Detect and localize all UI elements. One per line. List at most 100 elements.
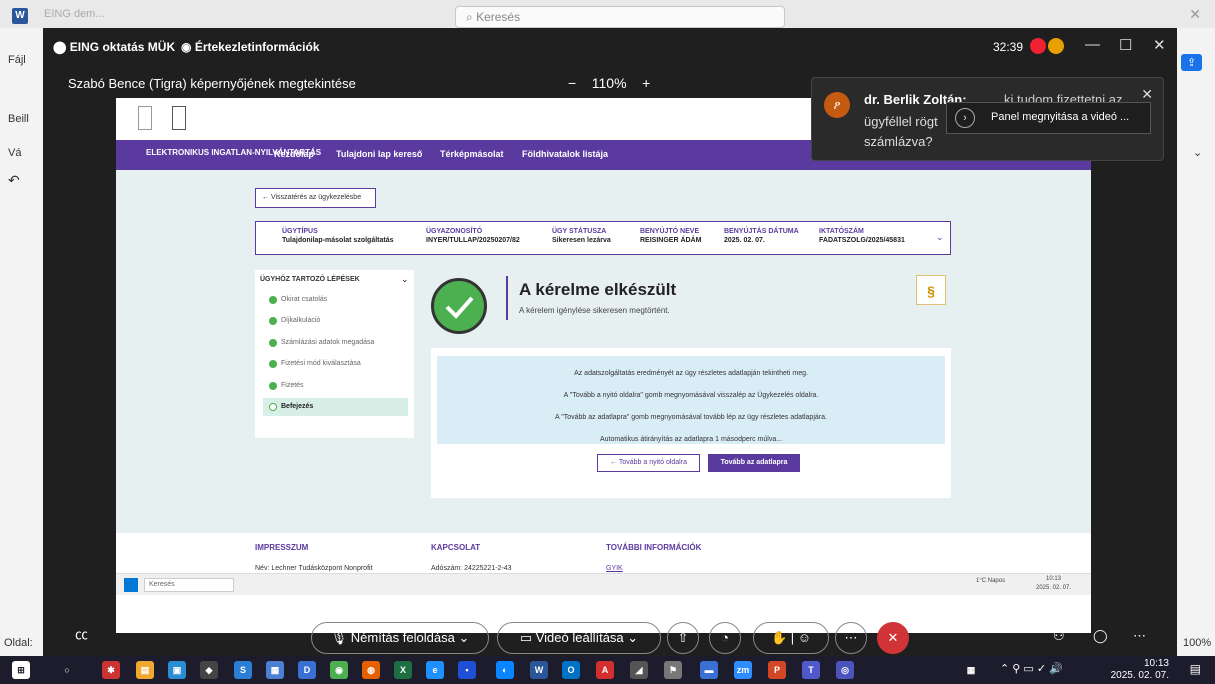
- close-icon[interactable]: ✕: [1153, 36, 1166, 54]
- file-explorer-icon[interactable]: ▤: [136, 661, 154, 679]
- ie-icon[interactable]: e: [426, 661, 444, 679]
- firefox-icon[interactable]: ◍: [362, 661, 380, 679]
- acrobat-icon[interactable]: A: [596, 661, 614, 679]
- word-paste-button[interactable]: Beill: [8, 113, 29, 125]
- outlook-icon[interactable]: O: [562, 661, 580, 679]
- presenter-weather: 1°C Napos: [976, 578, 1006, 584]
- system-tray-icons[interactable]: ⌃ ⚲ ▭ ✓ 🔊: [1000, 662, 1063, 675]
- back-button[interactable]: ← Visszatérés az ügykezelésbe: [255, 188, 376, 208]
- message-text: ügyféllel rögt: [864, 114, 938, 129]
- open-panel-button[interactable]: › Panel megnyitása a videó ...: [946, 102, 1151, 134]
- paragraph-icon[interactable]: §: [916, 275, 946, 305]
- check-icon: [269, 296, 277, 304]
- zoom-in-button[interactable]: +: [642, 75, 650, 91]
- footer-contact: KAPCSOLAT: [431, 543, 481, 552]
- app-icon[interactable]: ▦: [266, 661, 284, 679]
- word-zoom-level[interactable]: 100%: [1183, 637, 1211, 649]
- chrome-icon[interactable]: ◉: [330, 661, 348, 679]
- sender-avatar: ዖ: [824, 92, 850, 118]
- home-page-button[interactable]: ← Tovább a nyitó oldalra: [597, 454, 700, 472]
- word-search-input[interactable]: ⌕ Keresés: [455, 6, 785, 28]
- step-item[interactable]: Számlázási adatok megadása: [263, 334, 408, 352]
- share-screen-icon[interactable]: ⇧: [667, 622, 699, 654]
- check-icon: [269, 339, 277, 347]
- powerpoint-icon[interactable]: P: [768, 661, 786, 679]
- info-line: Az adatszolgáltatás eredményét az ügy ré…: [574, 370, 808, 377]
- teams-meeting-icon[interactable]: ◎: [836, 661, 854, 679]
- copilot-icon[interactable]: ◔: [709, 622, 741, 654]
- more-options-icon[interactable]: ⋯: [835, 622, 867, 654]
- word-close-icon[interactable]: ✕: [1189, 6, 1201, 23]
- captions-icon[interactable]: ㏄: [75, 624, 88, 643]
- nav-map-copy[interactable]: Térképmásolat: [440, 149, 504, 159]
- maximize-icon[interactable]: ☐: [1119, 36, 1132, 54]
- windows-start-icon[interactable]: ⊞: [12, 661, 30, 679]
- presenter-search: Keresés: [144, 578, 234, 592]
- info-col-submitter: BENYÚJTÓ NEVE REISINGER ÁDÁM: [640, 228, 702, 244]
- shared-screen: ELEKTRONIKUS INGATLAN-NYILVÁNTARTÁS Kezd…: [116, 98, 1091, 633]
- chat-icon[interactable]: ◯: [1093, 628, 1108, 644]
- notifications-icon[interactable]: ▤: [1190, 662, 1201, 676]
- word-doc-title: EING dem...: [44, 8, 105, 20]
- meeting-timer: 32:39: [993, 40, 1024, 54]
- step-item-active[interactable]: Befejezés: [263, 398, 408, 416]
- word-share-icon[interactable]: ⇪: [1181, 54, 1203, 71]
- chevron-down-icon[interactable]: ⌄: [1193, 146, 1202, 159]
- info-col-date: BENYÚJTÁS DÁTUMA 2025. 02. 07.: [724, 228, 799, 244]
- word-file-tab[interactable]: Fájl: [8, 54, 26, 66]
- more-icon[interactable]: ⋯: [1133, 628, 1146, 644]
- raise-hand-react-button[interactable]: ✋ | ☺: [753, 622, 829, 654]
- app-icon[interactable]: ◢: [630, 661, 648, 679]
- chevron-down-icon[interactable]: ⌄: [401, 274, 409, 285]
- data-sheet-button[interactable]: Tovább az adatlapra: [708, 454, 800, 472]
- check-icon: [269, 317, 277, 325]
- close-icon[interactable]: ✕: [1141, 86, 1153, 103]
- undo-icon[interactable]: ↶: [8, 172, 20, 189]
- nav-home[interactable]: Kezdőlap: [274, 149, 314, 159]
- app-icon[interactable]: ⚑: [664, 661, 682, 679]
- excel-icon[interactable]: X: [394, 661, 412, 679]
- user-avatar[interactable]: [1048, 38, 1064, 54]
- step-item[interactable]: Díjkalkuláció: [263, 312, 408, 330]
- step-item[interactable]: Okirat csatolás: [263, 291, 408, 309]
- done-title: A kérelme elkészült: [519, 280, 677, 299]
- news-icon[interactable]: ▦: [962, 661, 980, 679]
- teams-icon[interactable]: T: [802, 661, 820, 679]
- minimize-icon[interactable]: —: [1085, 36, 1100, 53]
- participants-icon[interactable]: ⚇: [1053, 628, 1065, 644]
- nav-offices[interactable]: Földhivatalok listája: [522, 149, 608, 159]
- word-icon[interactable]: W: [530, 661, 548, 679]
- coat-of-arms-logo: [138, 106, 152, 130]
- footer-name: Név: Lechner Tudásközpont Nonprofit: [255, 565, 373, 572]
- info-col-status: ÜGY STÁTUSZA Sikeresen lezárva: [552, 228, 611, 244]
- chevron-down-icon[interactable]: ⌄: [936, 232, 944, 243]
- skype-icon[interactable]: S: [234, 661, 252, 679]
- footer-faq-link[interactable]: GYIK: [606, 565, 623, 572]
- zoom-icon[interactable]: zm: [734, 661, 752, 679]
- info-line: A "Tovább az adatlapra" gomb megnyomásáv…: [555, 414, 827, 421]
- lechner-logo: [172, 106, 186, 130]
- app-icon[interactable]: ▬: [700, 661, 718, 679]
- unmute-button[interactable]: 🎙 Némítás feloldása ⌄: [311, 622, 489, 654]
- app-icon[interactable]: ✱: [102, 661, 120, 679]
- word-clipboard-label: Vá: [8, 147, 22, 159]
- search-icon[interactable]: ○: [58, 661, 76, 679]
- save-icon[interactable]: ▪: [458, 661, 476, 679]
- presenter-date: 2025. 02. 07.: [1036, 585, 1072, 591]
- zoom-out-button[interactable]: −: [568, 75, 576, 91]
- photos-icon[interactable]: ▣: [168, 661, 186, 679]
- meeting-info-link[interactable]: ◉ Értekezletinformációk: [181, 40, 320, 54]
- step-item[interactable]: Fizetési mód kiválasztása: [263, 355, 408, 373]
- info-col-regno: IKTATÓSZÁM FADATSZOLG/2025/45831: [819, 228, 905, 244]
- nav-title-search[interactable]: Tulajdoni lap kereső: [336, 149, 422, 159]
- step-item[interactable]: Fizetés: [263, 377, 408, 395]
- clock[interactable]: 10:13 2025. 02. 07.: [1111, 658, 1169, 682]
- meeting-title: ⬤ EING oktatás MÜK: [53, 40, 176, 54]
- chat-notification[interactable]: ዖ dr. Berlik Zoltán: ki tudom fizettetni…: [811, 77, 1164, 161]
- leave-call-icon[interactable]: ✕: [877, 622, 909, 654]
- info-col-id: ÜGYAZONOSÍTÓ INYER/TULLAP/20250207/82: [426, 228, 520, 244]
- app-icon[interactable]: ◆: [200, 661, 218, 679]
- stop-video-button[interactable]: ▭ Videó leállítása ⌄: [497, 622, 661, 654]
- edge-icon[interactable]: ◐: [496, 661, 514, 679]
- app-icon[interactable]: D: [298, 661, 316, 679]
